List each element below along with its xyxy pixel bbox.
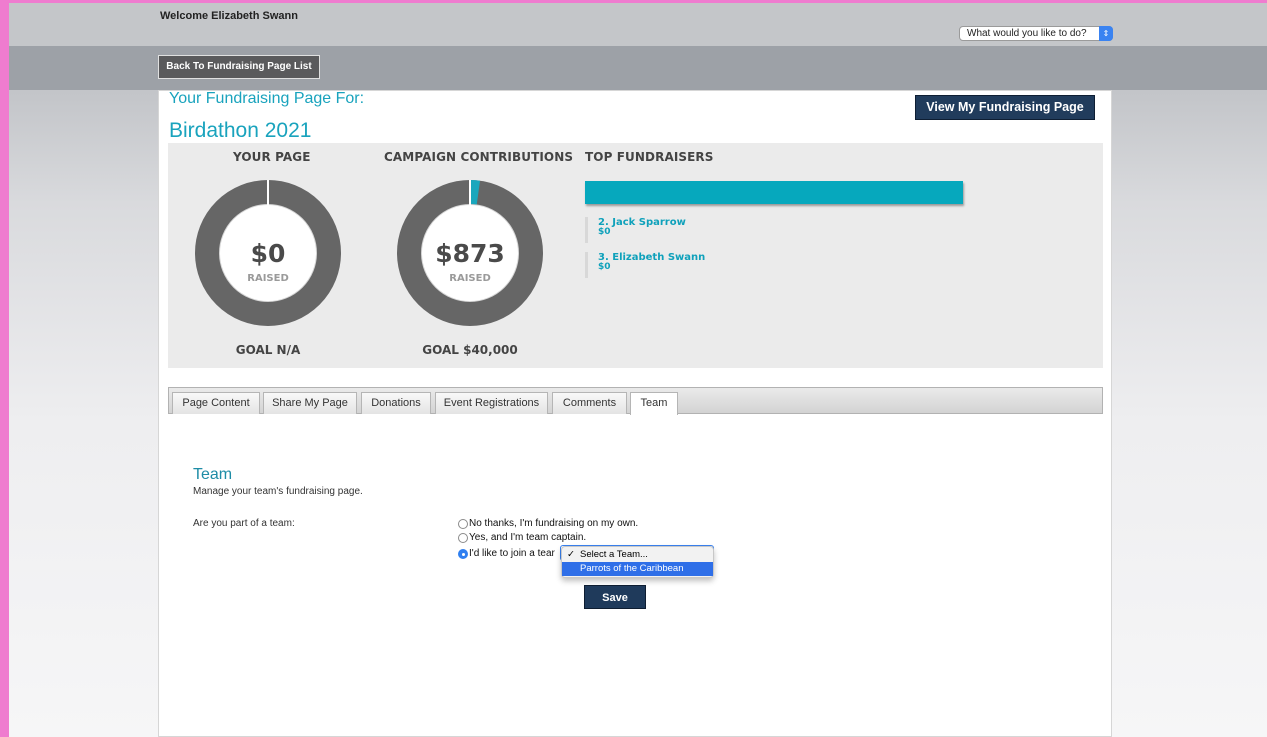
welcome-text: Welcome Elizabeth Swann bbox=[160, 10, 298, 22]
your-page-goal: GOAL N/A bbox=[235, 343, 301, 357]
page-heading: Your Fundraising Page For: bbox=[169, 90, 365, 107]
save-button[interactable]: Save bbox=[584, 585, 646, 609]
team-section-subtitle: Manage your team's fundraising page. bbox=[193, 486, 363, 497]
tab-page-content[interactable]: Page Content bbox=[172, 392, 260, 414]
select-arrows-icon: ⇕ bbox=[1099, 26, 1113, 41]
back-to-list-button[interactable]: Back To Fundraising Page List bbox=[158, 55, 320, 79]
fundraiser-name: 2. Jack Sparrow bbox=[598, 217, 686, 228]
team-section-title: Team bbox=[193, 466, 233, 483]
fundraiser-amount: $0 bbox=[598, 227, 611, 237]
team-option-placeholder[interactable]: ✓ Select a Team... bbox=[562, 548, 713, 562]
window-left-border bbox=[0, 0, 9, 737]
team-select-dropdown: ✓ Select a Team... Parrots of the Caribb… bbox=[561, 546, 714, 578]
campaign-goal: GOAL $40,000 bbox=[422, 343, 518, 357]
campaign-contributions-title: CAMPAIGN CONTRIBUTIONS bbox=[384, 150, 574, 164]
fundraiser-item[interactable]: 3. Elizabeth Swann $0 bbox=[585, 252, 788, 278]
your-page-amount: $0 bbox=[250, 239, 286, 268]
your-page-raised-label: RAISED bbox=[247, 273, 289, 284]
team-option-label: Select a Team... bbox=[580, 549, 648, 560]
tab-event-registrations[interactable]: Event Registrations bbox=[435, 392, 548, 414]
team-option-parrots[interactable]: Parrots of the Caribbean bbox=[562, 562, 713, 576]
tab-comments[interactable]: Comments bbox=[552, 392, 627, 414]
radio-team-captain-label: Yes, and I'm team captain. bbox=[469, 532, 587, 543]
top-fundraisers-title: TOP FUNDRAISERS bbox=[585, 150, 714, 164]
radio-join-team[interactable] bbox=[458, 549, 468, 559]
team-question-label: Are you part of a team: bbox=[193, 518, 295, 529]
team-option-label: Parrots of the Caribbean bbox=[580, 563, 684, 574]
action-select-value: What would you like to do? bbox=[967, 28, 1087, 39]
checkmark-icon: ✓ bbox=[567, 549, 575, 560]
view-fundraising-page-button[interactable]: View My Fundraising Page bbox=[915, 95, 1095, 120]
radio-fundraising-alone-label: No thanks, I'm fundraising on my own. bbox=[469, 518, 639, 529]
tab-team[interactable]: Team bbox=[630, 392, 678, 415]
tab-donations[interactable]: Donations bbox=[361, 392, 431, 414]
campaign-amount: $873 bbox=[435, 239, 505, 268]
fundraiser-item[interactable]: 2. Jack Sparrow $0 bbox=[585, 217, 788, 243]
campaign-title: Birdathon 2021 bbox=[169, 119, 312, 142]
tab-share-my-page[interactable]: Share My Page bbox=[263, 392, 357, 414]
radio-fundraising-alone[interactable] bbox=[458, 519, 468, 529]
your-page-title: YOUR PAGE bbox=[233, 150, 311, 164]
radio-team-captain[interactable] bbox=[458, 533, 468, 543]
fundraiser-amount: $0 bbox=[598, 262, 611, 272]
radio-join-team-label: I'd like to join a tear bbox=[469, 548, 555, 559]
campaign-raised-label: RAISED bbox=[449, 273, 491, 284]
fundraiser-name: 3. Elizabeth Swann bbox=[598, 252, 706, 263]
top-fundraiser-bar bbox=[585, 181, 963, 204]
action-select[interactable]: What would you like to do? ⇕ bbox=[959, 26, 1113, 41]
